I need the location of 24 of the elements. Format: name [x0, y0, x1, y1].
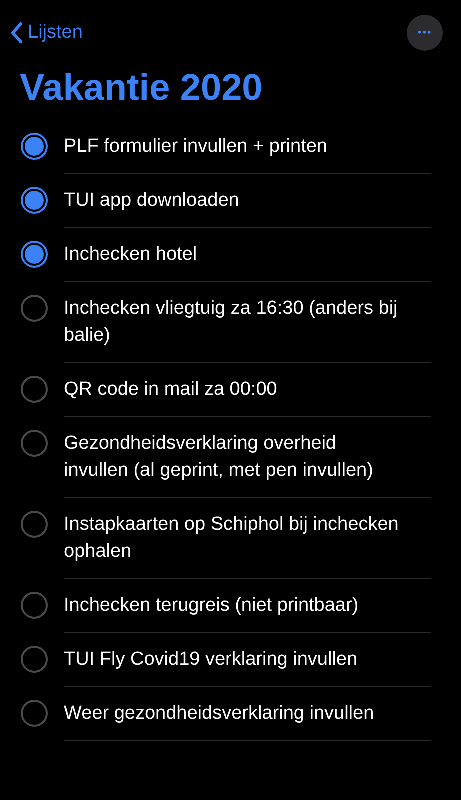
reminder-text: Inchecken hotel	[64, 244, 198, 266]
checkbox[interactable]	[21, 295, 48, 322]
checkbox[interactable]	[21, 700, 48, 728]
checkbox[interactable]	[21, 376, 48, 404]
checkbox[interactable]	[21, 592, 48, 620]
reminder-text: Inchecken vliegtuig za 16:30 (anders bij balie)	[64, 298, 398, 346]
checkbox[interactable]	[21, 133, 48, 160]
checkbox[interactable]	[21, 187, 48, 214]
reminder-text: TUI app downloaden	[64, 190, 240, 212]
checkbox[interactable]	[21, 646, 48, 674]
list-title: Vakantie 2020	[20, 66, 264, 110]
back-icon	[10, 22, 24, 44]
more-button[interactable]: •••	[407, 15, 443, 51]
back-link[interactable]: Lijsten	[10, 18, 83, 48]
reminder-text: Gezondheidsverklaring overheid invullen (al geprint, met pen invullen)	[64, 433, 374, 482]
checkbox[interactable]	[21, 511, 48, 538]
reminder-text: Weer gezondheidsverklaring invullen	[64, 703, 374, 724]
reminder-text: QR code in mail za 00:00	[64, 379, 278, 400]
reminder-text: TUI Fly Covid19 verklaring invullen	[64, 649, 358, 670]
checkbox[interactable]	[21, 241, 48, 268]
reminder-text: Instapkaarten op Schiphol bij inchecken ophalen	[64, 514, 399, 562]
reminder-text: Inchecken terugreis (niet printbaar)	[64, 595, 359, 616]
reminder-text: PLF formulier invullen + printen	[64, 136, 328, 158]
checkbox[interactable]	[21, 430, 48, 458]
